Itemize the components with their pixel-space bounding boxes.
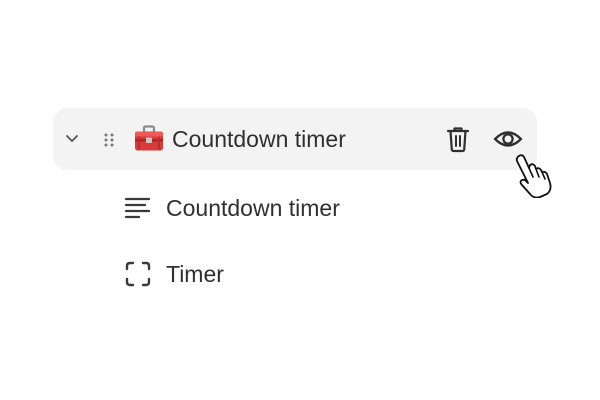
tree-row-timer[interactable]: Timer [124,256,224,292]
toolbox-icon [135,125,163,151]
text-align-left-icon [124,197,151,219]
tree-row-label: Countdown timer [166,195,340,221]
dashed-frame-icon [125,261,151,287]
layer-tree: Countdown timer Countdown timer Timer [0,0,600,400]
pointer-hand-icon [515,154,552,198]
drag-handle-icon[interactable] [103,132,115,148]
chevron-down-icon[interactable] [63,129,81,147]
tree-row-countdown-timer-text[interactable]: Countdown timer [124,190,340,226]
tree-row-countdown-timer[interactable]: Countdown timer [53,108,537,170]
trash-icon[interactable] [446,125,470,153]
tree-row-label: Timer [166,261,224,287]
eye-icon[interactable] [493,126,523,152]
tree-row-label: Countdown timer [172,126,346,152]
